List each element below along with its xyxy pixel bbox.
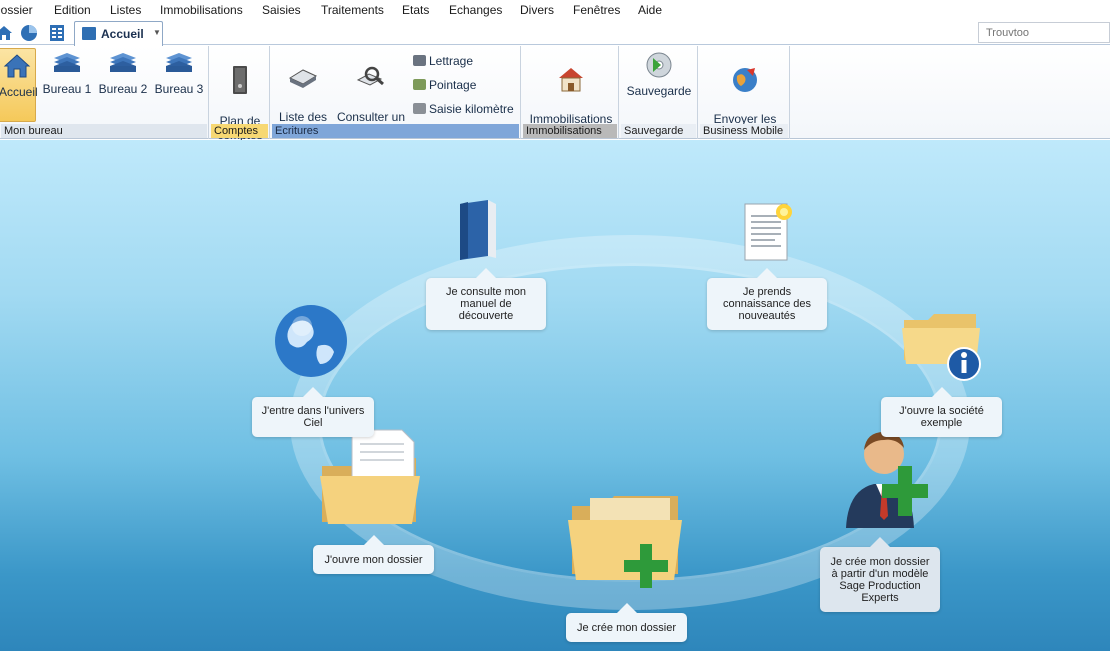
home-icon — [3, 54, 31, 78]
step-societe-bubble[interactable]: J'ouvre la société exemple — [881, 387, 1002, 437]
desk-icon — [166, 53, 192, 72]
step-modele-bubble[interactable]: Je crée mon dossier à partir d'un modèle… — [820, 537, 940, 612]
spreadsheet-icon[interactable] — [47, 23, 67, 43]
lettrage-icon — [413, 55, 426, 66]
lettrage-button[interactable]: Lettrage — [413, 54, 473, 68]
menu-edition[interactable]: Edition — [54, 3, 91, 17]
menu-dossier[interactable]: Dossier — [0, 3, 33, 17]
open-folder-icon[interactable] — [318, 426, 430, 530]
accueil-button[interactable]: Accueil — [0, 48, 38, 122]
ribbon-group-mon-bureau: Accueil Bureau 1 Bureau 2 Bureau 3 Mon b… — [0, 46, 209, 139]
menu-divers[interactable]: Divers — [520, 3, 554, 17]
menu-etats[interactable]: Etats — [402, 3, 429, 17]
ledger-icon — [288, 69, 318, 88]
menu-immobilisations[interactable]: Immobilisations — [160, 3, 243, 17]
globe-icon[interactable] — [272, 302, 350, 380]
backup-icon — [646, 52, 672, 78]
bureau-3-label: Bureau 3 — [154, 82, 204, 96]
step-ouvre-bubble[interactable]: J'ouvre mon dossier — [313, 535, 434, 574]
ribbon-group-business-mobile: Envoyer les données Business Mobile — [699, 46, 790, 140]
group-label-ecritures: Ecritures — [272, 124, 519, 138]
search-box — [978, 22, 1110, 43]
info-folder-icon[interactable] — [898, 306, 986, 382]
ribbon-group-immobilisations: Immobilisations et crédits-bails Immobil… — [522, 46, 619, 140]
menu-fenetres[interactable]: Fenêtres — [573, 3, 620, 17]
house-icon — [559, 68, 583, 92]
step-cree-bubble[interactable]: Je crée mon dossier — [566, 603, 687, 642]
pointage-button[interactable]: Pointage — [413, 78, 476, 92]
step-manuel-bubble[interactable]: Je consulte mon manuel de découverte — [426, 268, 546, 330]
pointage-icon — [413, 79, 426, 90]
magnifier-icon — [356, 66, 384, 86]
book-icon[interactable] — [452, 196, 504, 262]
step-univers-bubble[interactable]: J'entre dans l'univers Ciel — [252, 387, 374, 437]
group-label-sauvegarde: Sauvegarde — [621, 124, 696, 138]
accueil-label: Accueil — [0, 85, 38, 99]
ribbon-group-sauvegarde: Sauvegarde Sauvegarde — [620, 46, 698, 139]
menu-echanges[interactable]: Echanges — [449, 3, 502, 17]
quick-toolbar — [0, 20, 1110, 45]
saisie-kilometre-icon — [413, 103, 426, 114]
bureau-1-button[interactable]: Bureau 1 — [40, 48, 94, 96]
ribbon-group-comptes: Plan de comptes Comptes — [210, 46, 270, 142]
home-icon[interactable] — [0, 23, 14, 43]
home-icon — [82, 27, 96, 40]
group-label-mon-bureau: Mon bureau — [1, 124, 207, 138]
globe-send-icon — [733, 68, 757, 92]
sauvegarde-label: Sauvegarde — [626, 84, 692, 98]
pie-chart-icon[interactable] — [19, 23, 39, 43]
menu-saisies[interactable]: Saisies — [262, 3, 301, 17]
desk-icon — [110, 53, 136, 72]
search-input[interactable] — [979, 23, 1109, 42]
saisie-kilometre-button[interactable]: Saisie kilomètre — [413, 102, 514, 116]
step-nouveautes-bubble[interactable]: Je prends connaissance des nouveautés — [707, 268, 827, 330]
group-label-comptes: Comptes — [211, 124, 268, 138]
chevron-down-icon[interactable]: ▼ — [153, 28, 161, 37]
menu-listes[interactable]: Listes — [110, 3, 141, 17]
saisie-kilometre-label: Saisie kilomètre — [429, 102, 514, 116]
ribbon-group-ecritures: Liste des écritures Consulter un compte … — [271, 46, 521, 139]
menu-bar: Dossier Edition Listes Immobilisations S… — [0, 0, 1110, 20]
pointage-label: Pointage — [429, 78, 477, 92]
binder-icon — [233, 66, 247, 94]
group-label-business-mobile: Business Mobile — [700, 124, 788, 138]
group-label-immobilisations: Immobilisations — [523, 124, 617, 138]
lettrage-label: Lettrage — [429, 54, 474, 68]
tab-accueil[interactable]: Accueil ▼ — [74, 21, 163, 46]
tab-accueil-label: Accueil — [101, 27, 144, 41]
sauvegarde-button[interactable]: Sauvegarde — [624, 48, 694, 98]
menu-aide[interactable]: Aide — [638, 3, 662, 17]
menu-traitements[interactable]: Traitements — [321, 3, 384, 17]
desk-icon — [54, 53, 80, 72]
add-folder-icon[interactable] — [566, 490, 688, 600]
document-icon[interactable] — [741, 198, 797, 264]
bureau-3-button[interactable]: Bureau 3 — [152, 48, 206, 96]
ribbon: Accueil Bureau 1 Bureau 2 Bureau 3 Mon b… — [0, 46, 1110, 142]
bureau-1-label: Bureau 1 — [42, 82, 92, 96]
welcome-canvas: Je consulte mon manuel de découverte Je … — [0, 140, 1110, 651]
bureau-2-label: Bureau 2 — [98, 82, 148, 96]
bureau-2-button[interactable]: Bureau 2 — [96, 48, 150, 96]
